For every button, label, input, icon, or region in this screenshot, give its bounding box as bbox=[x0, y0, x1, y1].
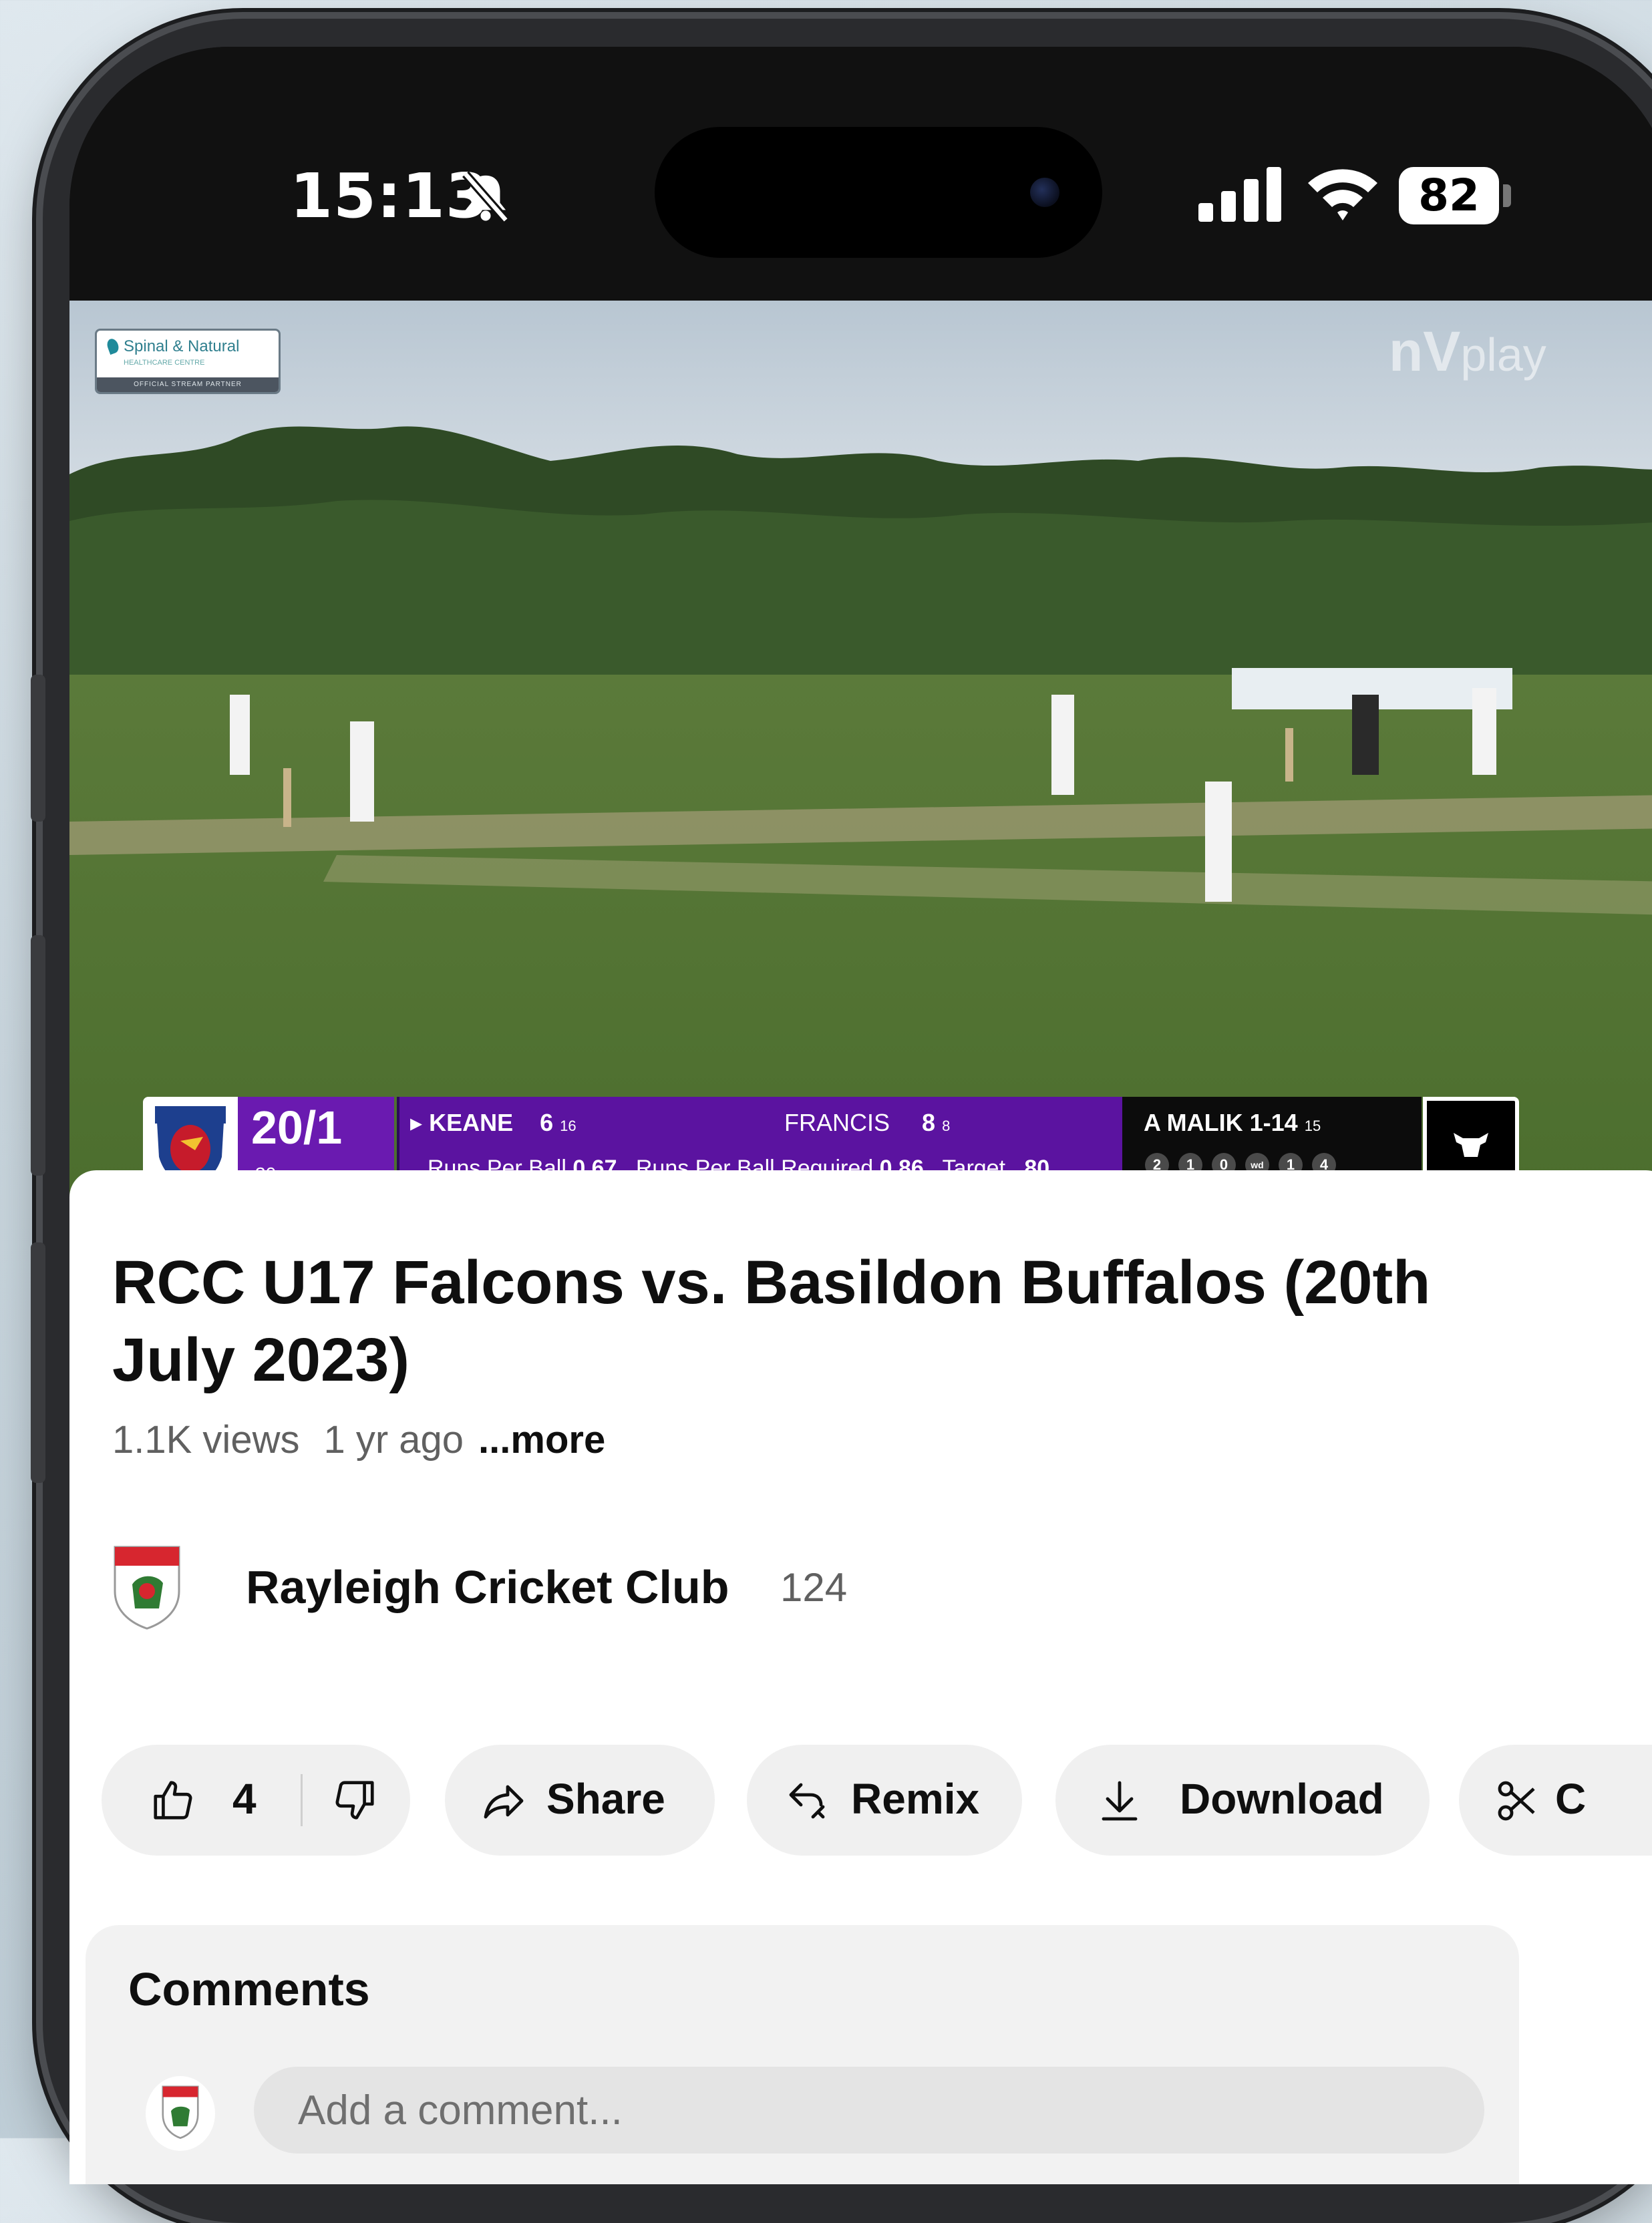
batter1-runs: 6 bbox=[540, 1109, 554, 1136]
subscriber-count: 124 bbox=[780, 1565, 848, 1610]
bowler: A MALIK 1-14 15 bbox=[1144, 1109, 1321, 1137]
share-button[interactable]: Share bbox=[445, 1745, 715, 1856]
front-camera bbox=[1030, 178, 1059, 207]
share-label: Share bbox=[546, 1775, 665, 1823]
comment-input[interactable] bbox=[254, 2067, 1484, 2154]
batter1-name: KEANE bbox=[429, 1109, 514, 1136]
thumbs-down-icon[interactable] bbox=[331, 1777, 378, 1824]
watermark-part2: play bbox=[1460, 329, 1546, 381]
channel-row[interactable]: Rayleigh Cricket Club 124 bbox=[112, 1544, 1114, 1638]
view-count: 1.1K views bbox=[112, 1418, 300, 1462]
like-dislike-pill: 4 bbox=[102, 1745, 410, 1856]
battery-tip bbox=[1503, 184, 1511, 207]
batter2: FRANCIS 8 8 bbox=[784, 1109, 950, 1137]
batter2-name: FRANCIS bbox=[784, 1109, 890, 1136]
like-count[interactable]: 4 bbox=[232, 1774, 257, 1824]
phone-screen: 15:13 82 Spinal & Natural HEALTHCARE CEN… bbox=[69, 47, 1652, 2184]
crest-icon bbox=[162, 2085, 199, 2140]
sponsor-subtitle: HEALTHCARE CENTRE bbox=[124, 359, 205, 367]
bowler-balls: 15 bbox=[1304, 1118, 1321, 1134]
side-button bbox=[31, 1242, 45, 1483]
download-icon bbox=[1102, 1781, 1138, 1821]
scissors-icon bbox=[1498, 1781, 1535, 1821]
battery-icon: 82 bbox=[1399, 167, 1499, 224]
bowler-figures: A MALIK 1-14 bbox=[1144, 1109, 1298, 1136]
sponsor-name: Spinal & Natural bbox=[124, 337, 240, 355]
signal-bars-icon bbox=[1198, 167, 1281, 222]
thumbs-up-icon[interactable] bbox=[150, 1777, 196, 1824]
sponsor-logo: Spinal & Natural HEALTHCARE CENTRE OFFIC… bbox=[95, 329, 281, 394]
like-divider bbox=[301, 1774, 303, 1826]
watermark-part1: nV bbox=[1389, 320, 1461, 383]
download-label: Download bbox=[1180, 1775, 1384, 1823]
batter1-balls: 16 bbox=[560, 1118, 576, 1134]
more-link[interactable]: ...more bbox=[478, 1418, 605, 1462]
dynamic-island bbox=[655, 127, 1102, 258]
status-bar: 15:13 82 bbox=[69, 47, 1652, 301]
volume-up-button bbox=[31, 675, 45, 822]
clip-label: C bbox=[1555, 1775, 1587, 1823]
remix-button[interactable]: Remix bbox=[747, 1745, 1022, 1856]
team-score: 20/1 bbox=[251, 1101, 343, 1154]
channel-avatar[interactable] bbox=[112, 1544, 182, 1630]
leaf-icon bbox=[105, 337, 121, 355]
batter2-balls: 8 bbox=[942, 1118, 951, 1134]
clip-button[interactable]: C bbox=[1459, 1745, 1652, 1856]
remix-label: Remix bbox=[851, 1775, 980, 1823]
remix-icon bbox=[789, 1783, 825, 1819]
batter1: ▸ KEANE 6 16 bbox=[410, 1109, 576, 1136]
video-title: RCC U17 Falcons vs. Basildon Buffalos (2… bbox=[112, 1248, 1431, 1394]
batter2-runs: 8 bbox=[922, 1109, 936, 1136]
user-avatar bbox=[146, 2076, 215, 2151]
volume-down-button bbox=[31, 935, 45, 1176]
action-bar: 4 Share Remix Download C bbox=[86, 1745, 1652, 1858]
video-player[interactable]: Spinal & Natural HEALTHCARE CENTRE OFFIC… bbox=[69, 301, 1652, 1196]
share-icon bbox=[484, 1785, 524, 1819]
bell-slash-icon bbox=[462, 171, 509, 223]
video-meta[interactable]: 1.1K views 1 yr ago ...more bbox=[112, 1417, 605, 1462]
download-button[interactable]: Download bbox=[1055, 1745, 1430, 1856]
comments-title: Comments bbox=[128, 1963, 370, 2015]
sponsor-strip: OFFICIAL STREAM PARTNER bbox=[97, 377, 279, 392]
upload-age: 1 yr ago bbox=[323, 1418, 464, 1462]
channel-name[interactable]: Rayleigh Cricket Club bbox=[246, 1560, 729, 1614]
video-frame bbox=[69, 301, 1652, 1196]
video-details: RCC U17 Falcons vs. Basildon Buffalos (2… bbox=[69, 1170, 1652, 2184]
comments-section[interactable]: Comments bbox=[86, 1925, 1519, 2184]
wifi-icon bbox=[1308, 169, 1377, 220]
nvplay-watermark: nVplay bbox=[1389, 319, 1546, 384]
